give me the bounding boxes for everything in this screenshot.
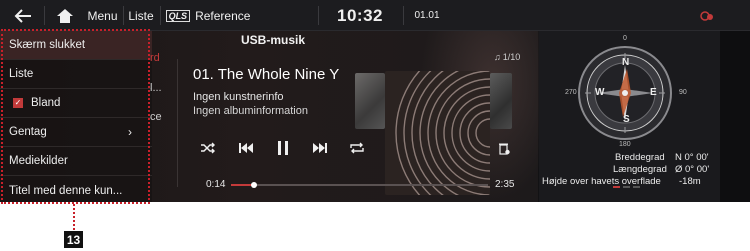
compass-north: N: [622, 57, 630, 68]
previous-album-art[interactable]: [355, 73, 385, 129]
latitude-label: Breddegrad: [615, 152, 665, 163]
peek-text: ce: [150, 111, 162, 123]
home-icon: [57, 8, 73, 23]
delete-button[interactable]: [493, 139, 515, 157]
previous-icon: [239, 143, 253, 153]
right-edge-panel: [720, 31, 750, 202]
degree-180: 180: [619, 141, 631, 148]
delete-icon: [499, 143, 510, 155]
track-title: 01. The Whole Nine Y: [193, 66, 340, 83]
compass-south: S: [623, 114, 630, 125]
longitude-label: Længdegrad: [613, 164, 667, 175]
progress-knob[interactable]: [251, 182, 258, 188]
degree-0: 0: [623, 35, 627, 42]
latitude-value: N 0° 00': [675, 152, 709, 163]
total-duration: 2:35: [495, 179, 515, 190]
music-note-icon: ♫: [494, 52, 501, 62]
compass-west: W: [595, 87, 605, 98]
source-title: USB-musik: [241, 33, 306, 47]
callout-leader-line: [73, 204, 75, 230]
repeat-button[interactable]: [346, 139, 368, 157]
elapsed-time: 0:14: [206, 179, 226, 190]
pause-button[interactable]: [272, 139, 294, 157]
reference-button[interactable]: QLS Reference: [165, 0, 251, 31]
repeat-icon: [350, 142, 364, 154]
list-button[interactable]: Liste: [126, 0, 156, 31]
degree-90: 90: [679, 89, 687, 96]
date: 01.01: [414, 10, 440, 21]
shuffle-button[interactable]: [197, 139, 219, 157]
compass-east: E: [650, 87, 657, 98]
back-arrow-icon: [14, 8, 31, 23]
connectivity-status-icon: [697, 0, 717, 31]
page-indicator: [613, 186, 643, 189]
reference-label: Reference: [195, 8, 251, 23]
next-icon: [313, 143, 327, 153]
degree-270: 270: [565, 89, 577, 96]
top-status-bar: Menu Liste QLS Reference 10:32 01.01: [0, 0, 750, 31]
qls-badge: QLS: [165, 9, 191, 22]
altitude-value: -18m: [679, 176, 701, 187]
peek-text: rd: [150, 52, 160, 64]
album-name: Ingen albuminformation: [193, 105, 308, 117]
compass-dial: [578, 46, 672, 140]
progress-bar[interactable]: [231, 182, 488, 188]
next-button[interactable]: [309, 139, 331, 157]
menu-button[interactable]: Menu: [85, 0, 120, 31]
longitude-value: Ø 0° 00': [675, 164, 710, 175]
shuffle-icon: [201, 142, 215, 154]
previous-button[interactable]: [235, 139, 257, 157]
pause-icon: [278, 141, 288, 155]
artist-name: Ingen kunstnerinfo: [193, 91, 284, 103]
album-art[interactable]: [385, 71, 490, 195]
clock: 10:32: [337, 5, 383, 25]
home-button[interactable]: [49, 0, 81, 31]
callout-number: 13: [64, 231, 83, 248]
callout-highlight-box: [1, 29, 150, 204]
track-count: ♫ 1/10: [494, 52, 521, 62]
peek-text: l...: [150, 82, 162, 94]
back-button[interactable]: [6, 0, 40, 31]
compass-panel[interactable]: 0 90 180 270 N S E W Breddegrad N 0° 00'…: [539, 31, 720, 202]
next-album-art[interactable]: [490, 73, 512, 129]
